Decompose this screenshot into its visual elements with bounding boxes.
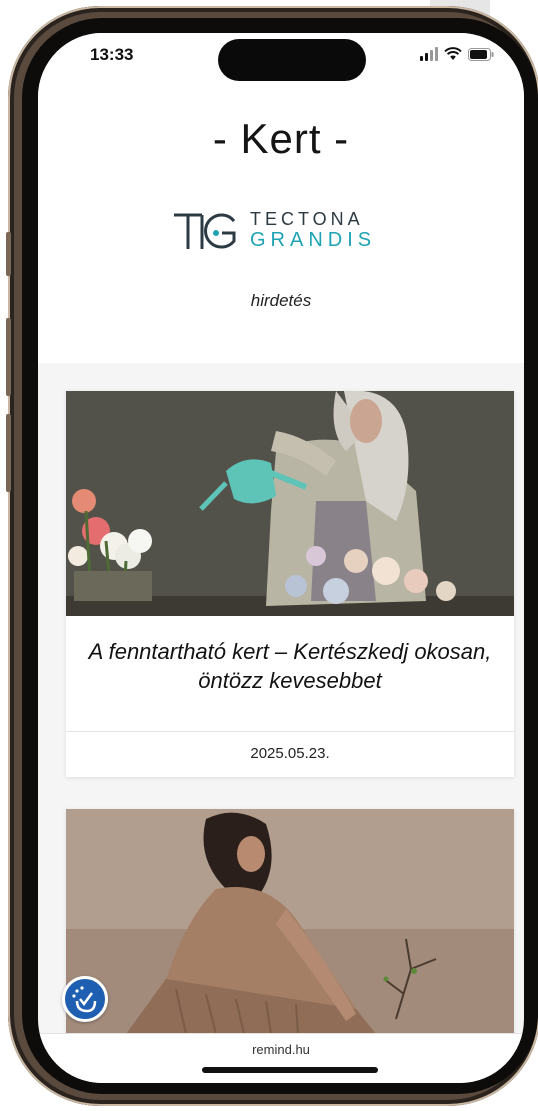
article-date: 2025.05.23. bbox=[250, 745, 330, 762]
page-header: - Kert - TECTONA GRANDIS hirdetés bbox=[38, 95, 524, 363]
phone-screen: 13:33 - Kert - TECTONA GRANDIS hirdetés … bbox=[38, 33, 524, 1083]
wifi-icon bbox=[444, 47, 462, 60]
brand-mark-icon bbox=[174, 213, 236, 249]
home-indicator[interactable] bbox=[202, 1067, 378, 1073]
woman-watering-flowers-photo bbox=[66, 391, 514, 616]
phone-volume-down bbox=[6, 414, 11, 492]
status-icons bbox=[420, 47, 494, 61]
status-time: 13:33 bbox=[90, 45, 134, 64]
dynamic-island bbox=[218, 39, 366, 81]
woman-kneeling-with-branch-photo bbox=[66, 809, 514, 1034]
status-bar: 13:33 bbox=[38, 33, 524, 95]
browser-url-bar[interactable]: remind.hu bbox=[38, 1033, 524, 1083]
page-title: - Kert - bbox=[212, 115, 350, 162]
brand-logo[interactable]: TECTONA GRANDIS bbox=[172, 205, 402, 257]
brand-line2: GRANDIS bbox=[250, 229, 377, 251]
battery-icon bbox=[468, 48, 494, 61]
article-image[interactable] bbox=[66, 391, 514, 616]
article-title[interactable]: A fenntartható kert – Kertészkedj okosan… bbox=[86, 637, 494, 695]
card-divider bbox=[66, 731, 514, 732]
brand-wordmark: TECTONA GRANDIS bbox=[250, 209, 376, 251]
article-card[interactable]: A fenntartható kert – Kertészkedj okosan… bbox=[66, 391, 514, 777]
phone-mute-switch bbox=[6, 232, 11, 276]
brand-line1: TECTONA bbox=[250, 209, 364, 229]
article-card[interactable] bbox=[66, 809, 514, 1049]
ad-label: hirdetés bbox=[250, 291, 312, 310]
signal-icon bbox=[420, 47, 438, 61]
accessibility-icon bbox=[72, 986, 97, 1013]
accessibility-button[interactable] bbox=[62, 976, 108, 1022]
url-text[interactable]: remind.hu bbox=[38, 1042, 524, 1057]
phone-volume-up bbox=[6, 318, 11, 396]
article-image[interactable] bbox=[66, 809, 514, 1034]
